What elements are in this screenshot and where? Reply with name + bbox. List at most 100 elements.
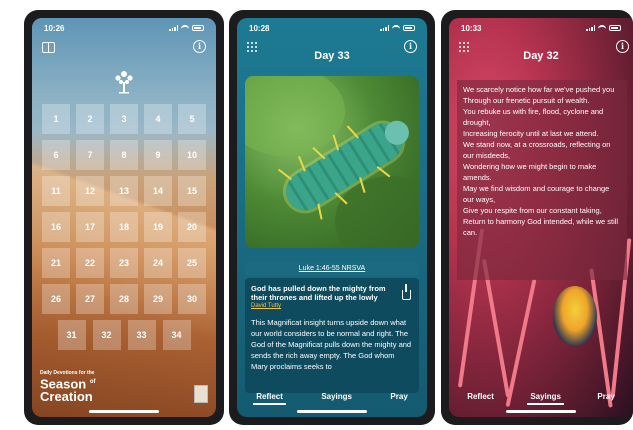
battery-icon (192, 25, 204, 31)
day-tile[interactable]: 22 (76, 248, 104, 278)
app-showcase: 10:26 i 1 2 3 4 5 6 7 8 9 10 11 12 13 14… (0, 0, 633, 430)
day-tile[interactable]: 8 (110, 140, 138, 170)
bottom-tabs: Reflect Sayings Pray (237, 389, 427, 405)
poem-line: Increasing ferocity until at last we att… (463, 129, 599, 138)
day-tile[interactable]: 2 (76, 104, 104, 134)
phone-day-33: 10:28 i Day 33 Luke 1:46-55 NRSVA God ha… (229, 10, 435, 425)
calendar-screen: 10:26 i 1 2 3 4 5 6 7 8 9 10 11 12 13 14… (32, 18, 216, 417)
day-tile[interactable]: 20 (178, 212, 206, 242)
day-tile[interactable]: 11 (42, 176, 70, 206)
poem-line: We stand now, at a crossroads, reflectin… (463, 140, 611, 160)
poem-line: Give you respite from our constant takin… (463, 206, 602, 215)
status-icons (586, 25, 621, 31)
day-tile[interactable]: 17 (76, 212, 104, 242)
status-time: 10:33 (461, 23, 482, 33)
book-icon[interactable] (42, 42, 56, 53)
day-32-screen: 10:33 i Day 32 We scarcely notice how fa… (449, 18, 633, 417)
poem-line: Wondering how we might begin to make ame… (463, 162, 597, 182)
bottom-tabs: Reflect Sayings Pray (449, 389, 633, 405)
day-tile[interactable]: 15 (178, 176, 206, 206)
brand-logo: Daily Devotions for the Season of Creati… (40, 370, 120, 403)
day-row: 6 7 8 9 10 (42, 140, 206, 170)
page-title: Day 32 (523, 50, 559, 62)
battery-icon (609, 25, 621, 31)
devotion-body: This Magnificat insight turns upside dow… (251, 318, 412, 371)
day-tile[interactable]: 19 (144, 212, 172, 242)
status-time: 10:26 (44, 23, 65, 33)
day-tile[interactable]: 31 (57, 320, 86, 350)
day-tile[interactable]: 25 (178, 248, 206, 278)
clownfish-photo (553, 286, 597, 346)
day-row: 11 12 13 14 15 (42, 176, 206, 206)
tab-reflect[interactable]: Reflect (467, 392, 494, 401)
status-bar: 10:33 (461, 22, 621, 34)
day-tile[interactable]: 7 (76, 140, 104, 170)
author-link[interactable]: David Tutty (251, 303, 413, 309)
tree-logo-icon (115, 71, 133, 94)
day-tile[interactable]: 3 (110, 104, 138, 134)
poem-line: Return to harmony God intended, while we… (463, 217, 619, 237)
day-tile[interactable]: 30 (178, 284, 206, 314)
day-tile[interactable]: 29 (144, 284, 172, 314)
home-indicator (89, 410, 159, 413)
day-tile[interactable]: 32 (92, 320, 121, 350)
day-33-screen: 10:28 i Day 33 Luke 1:46-55 NRSVA God ha… (237, 18, 427, 417)
day-tile[interactable]: 10 (178, 140, 206, 170)
day-row: 31 32 33 34 (42, 320, 206, 350)
tab-reflect[interactable]: Reflect (253, 392, 286, 405)
day-tile[interactable]: 28 (110, 284, 138, 314)
day-tile[interactable]: 26 (42, 284, 70, 314)
day-tile[interactable]: 34 (162, 320, 191, 350)
prayer-poem: We scarcely notice how far we've pushed … (457, 80, 627, 280)
day-tile[interactable]: 24 (144, 248, 172, 278)
status-bar: 10:28 (249, 22, 415, 34)
day-tile[interactable]: 14 (144, 176, 172, 206)
devotion-card: God has pulled down the mighty from thei… (245, 278, 419, 393)
battery-icon (403, 25, 415, 31)
share-icon[interactable] (402, 284, 411, 300)
brand-of: of (89, 378, 96, 385)
day-tile[interactable]: 9 (144, 140, 172, 170)
status-bar: 10:26 (44, 22, 204, 34)
caterpillar-photo (245, 76, 419, 248)
poem-line: You rebuke us with fire, flood, cyclone … (463, 107, 604, 127)
day-tile[interactable]: 21 (42, 248, 70, 278)
day-row: 1 2 3 4 5 (42, 104, 206, 134)
home-indicator (297, 410, 367, 413)
day-tile[interactable]: 13 (110, 176, 138, 206)
day-tile[interactable]: 12 (76, 176, 104, 206)
day-row: 26 27 28 29 30 (42, 284, 206, 314)
poem-line: Through our frenetic pursuit of wealth. (463, 96, 590, 105)
tab-sayings[interactable]: Sayings (527, 392, 564, 405)
wifi-icon (392, 25, 400, 31)
day-tile[interactable]: 33 (127, 320, 156, 350)
sponsor-logo (194, 385, 208, 403)
day-tile[interactable]: 1 (42, 104, 70, 134)
day-tile[interactable]: 5 (178, 104, 206, 134)
day-tile[interactable]: 23 (110, 248, 138, 278)
day-row: 16 17 18 19 20 (42, 212, 206, 242)
signal-icon (586, 25, 595, 31)
wifi-icon (598, 25, 606, 31)
wifi-icon (181, 25, 189, 31)
info-icon[interactable]: i (193, 40, 206, 53)
day-tile[interactable]: 4 (144, 104, 172, 134)
day-tile[interactable]: 27 (76, 284, 104, 314)
status-icons (380, 25, 415, 31)
day-tile[interactable]: 18 (110, 212, 138, 242)
home-indicator (506, 410, 576, 413)
scripture-reference-link[interactable]: Luke 1:46-55 NRSVA (245, 262, 419, 276)
phone-calendar: 10:26 i 1 2 3 4 5 6 7 8 9 10 11 12 13 14… (24, 10, 224, 425)
day-grid: 1 2 3 4 5 6 7 8 9 10 11 12 13 14 15 16 1… (42, 104, 206, 356)
tab-pray[interactable]: Pray (597, 392, 614, 401)
tab-sayings[interactable]: Sayings (321, 392, 352, 401)
signal-icon (169, 25, 178, 31)
day-row: 21 22 23 24 25 (42, 248, 206, 278)
tab-pray[interactable]: Pray (390, 392, 407, 401)
brand-creation: Creation (40, 389, 93, 404)
status-time: 10:28 (249, 23, 270, 33)
day-tile[interactable]: 6 (42, 140, 70, 170)
phone-day-32: 10:33 i Day 32 We scarcely notice how fa… (441, 10, 633, 425)
devotion-headline: God has pulled down the mighty from thei… (251, 284, 386, 302)
day-tile[interactable]: 16 (42, 212, 70, 242)
